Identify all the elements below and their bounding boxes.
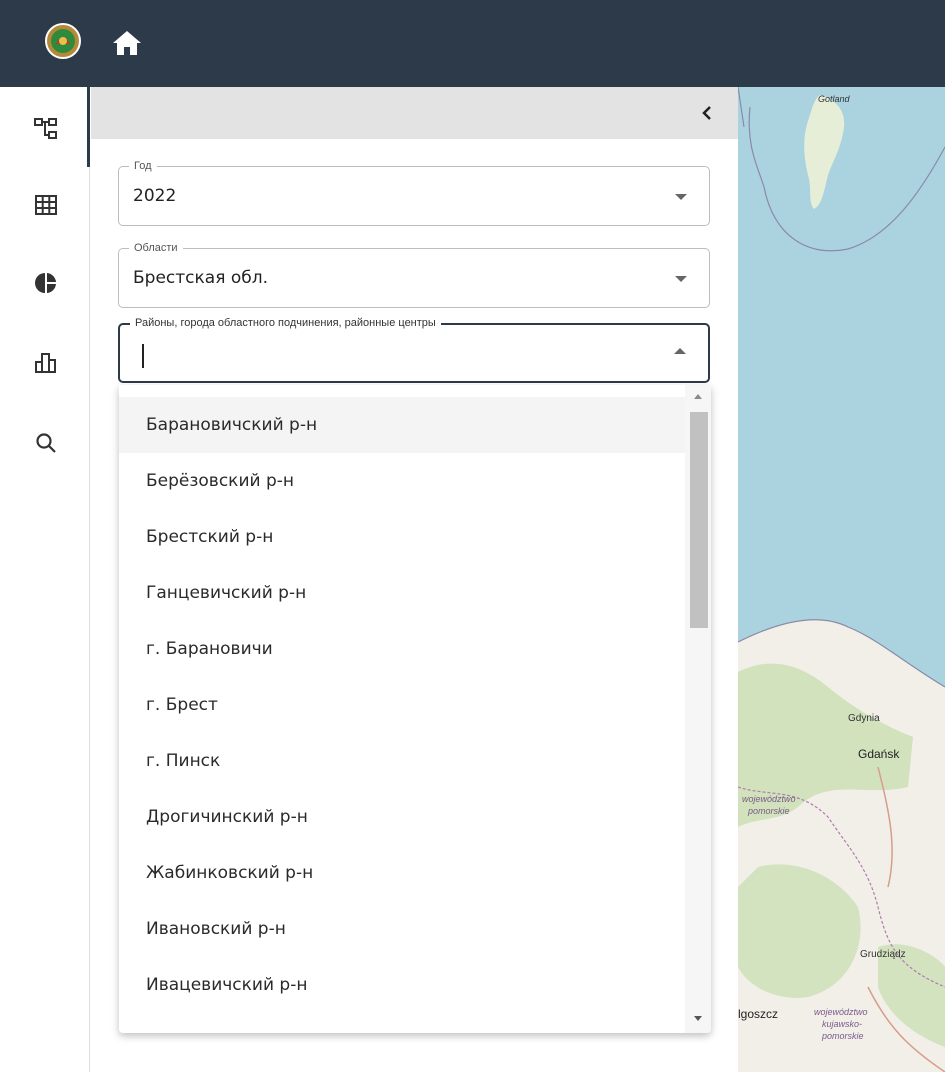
district-dropdown-list: Барановичский р-н Берёзовский р-н Брестс… [119, 385, 711, 1033]
map-label-voivodeship: województwo [742, 794, 796, 804]
list-item[interactable]: г. Пинск [119, 733, 685, 789]
emblem-logo-icon[interactable] [44, 22, 82, 60]
chevron-down-icon [675, 276, 687, 282]
list-item[interactable]: Ивацевичский р-н [119, 957, 685, 1013]
map-label-voivodeship: województwo [814, 1007, 868, 1017]
map-view[interactable]: Gotland Gdynia Gdańsk województwo pomors… [738, 87, 945, 1072]
list-item[interactable]: Дрогичинский р-н [119, 789, 685, 845]
region-select[interactable]: Области Брестская обл. [118, 241, 710, 308]
list-item[interactable]: Берёзовский р-н [119, 453, 685, 509]
list-item[interactable]: Каменецкий р-н [119, 1013, 685, 1033]
year-select[interactable]: Год 2022 [118, 159, 710, 226]
map-label-voivodeship: pomorskie [821, 1031, 864, 1041]
hierarchy-icon[interactable] [30, 113, 62, 145]
scroll-up-arrow-icon[interactable] [694, 394, 702, 399]
region-value: Брестская обл. [133, 268, 268, 288]
list-item[interactable]: Брестский р-н [119, 509, 685, 565]
scrollbar-thumb[interactable] [690, 412, 708, 628]
scroll-down-arrow-icon[interactable] [694, 1016, 702, 1021]
dropdown-scrollbar[interactable] [685, 385, 711, 1033]
top-bar [0, 0, 945, 87]
search-icon[interactable] [30, 427, 62, 459]
map-label-voivodeship: pomorskie [747, 806, 790, 816]
region-label: Области [129, 241, 183, 255]
year-value: 2022 [133, 186, 177, 206]
map-label-voivodeship: kujawsko- [822, 1019, 862, 1029]
list-item[interactable]: Жабинковский р-н [119, 845, 685, 901]
panel-header [91, 87, 738, 139]
list-item[interactable]: г. Барановичи [119, 621, 685, 677]
map-label-gdansk: Gdańsk [858, 747, 900, 761]
chevron-up-icon [674, 348, 686, 354]
home-icon[interactable] [110, 28, 144, 58]
chevron-left-icon[interactable] [696, 101, 718, 125]
rail-active-indicator [87, 87, 90, 167]
year-label: Год [129, 159, 157, 173]
district-label: Районы, города областного подчинения, ра… [130, 316, 441, 330]
list-item[interactable]: Ганцевичский р-н [119, 565, 685, 621]
map-label-grudziadz: Grudziądz [860, 949, 906, 960]
district-select[interactable]: Районы, города областного подчинения, ра… [118, 316, 710, 383]
chevron-down-icon [675, 194, 687, 200]
text-caret [142, 344, 144, 368]
map-label-gotland: Gotland [818, 94, 851, 104]
list-item[interactable]: Барановичский р-н [119, 397, 685, 453]
list-item[interactable]: г. Брест [119, 677, 685, 733]
icon-rail [0, 87, 90, 1072]
bar-chart-icon[interactable] [30, 347, 62, 379]
map-label-gdynia: Gdynia [848, 713, 880, 724]
list-item[interactable]: Ивановский р-н [119, 901, 685, 957]
pie-chart-icon[interactable] [30, 267, 62, 299]
table-grid-icon[interactable] [30, 189, 62, 221]
map-label-bydgoszcz: lgoszcz [738, 1007, 778, 1021]
